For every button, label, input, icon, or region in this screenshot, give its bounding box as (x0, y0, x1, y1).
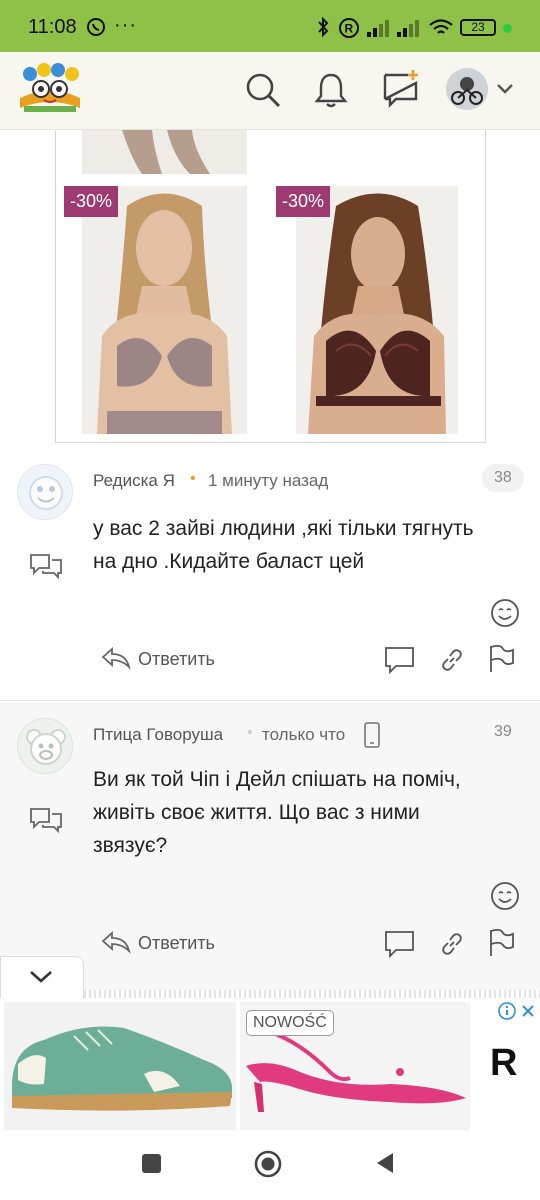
viber-icon (87, 18, 105, 36)
post-image-card: -30% -30% (55, 130, 486, 443)
system-nav-bar (0, 1138, 540, 1200)
comment-item: Редиска Я • 1 минуту назад 38 у вас 2 за… (0, 446, 540, 700)
flag-icon[interactable] (488, 928, 516, 958)
comment-text-line: звязує? (93, 834, 168, 857)
reply-count-icon[interactable] (29, 552, 63, 580)
status-time: 11:08 (28, 16, 77, 38)
back-icon[interactable] (374, 1151, 396, 1175)
discount-badge: -30% (276, 186, 331, 217)
reply-button[interactable]: Ответить (138, 649, 215, 670)
comment-text-line: Ви як той Чіп і Дейл спішать на поміч, (93, 768, 461, 791)
link-icon[interactable] (440, 932, 464, 956)
signal-icon-2 (397, 20, 419, 37)
bell-icon[interactable] (314, 71, 348, 109)
battery-icon: 23 (460, 19, 496, 36)
comment-item: Птица Говоруша • только что 39 Ви як той… (0, 702, 540, 990)
avatar[interactable] (17, 718, 73, 774)
comment-text-line: у вас 2 зайві людини ,які тільки тягнуть (93, 517, 474, 540)
reply-button[interactable]: Ответить (138, 933, 215, 954)
comment-text-line: живіть своє життя. Що вас з ними (93, 801, 420, 824)
close-icon[interactable] (520, 1003, 536, 1019)
chevron-down-icon[interactable] (29, 969, 53, 985)
emoji-reaction-icon[interactable] (490, 598, 520, 628)
product-image-top[interactable] (82, 130, 247, 174)
online-dot-icon: • (190, 470, 196, 487)
ad-banner[interactable]: NOWOŚĆ R (0, 998, 540, 1138)
recent-apps-icon[interactable] (142, 1154, 161, 1173)
comment-text: Ви як той Чіп і Дейл спішать на поміч, ж… (93, 763, 523, 862)
comment-text: у вас 2 зайві людини ,які тільки тягнуть… (93, 512, 523, 578)
product-image-1[interactable] (82, 186, 247, 434)
ad-image-sneaker[interactable] (4, 1002, 236, 1130)
comment-number[interactable]: 38 (482, 464, 524, 492)
flag-icon[interactable] (488, 644, 516, 674)
mobile-device-icon (364, 722, 380, 748)
info-icon[interactable] (498, 1002, 516, 1020)
reply-icon[interactable] (100, 930, 132, 954)
avatar[interactable] (17, 464, 73, 520)
divider (0, 700, 540, 701)
registered-icon: R (339, 18, 359, 38)
app-header (0, 52, 540, 130)
comment-icon[interactable] (384, 646, 416, 674)
reply-count-icon[interactable] (29, 806, 63, 834)
comment-author[interactable]: Редиска Я (93, 471, 175, 491)
wifi-icon (429, 19, 453, 34)
bluetooth-icon (318, 16, 329, 38)
search-icon[interactable] (244, 71, 282, 109)
logo[interactable] (16, 62, 84, 116)
comment-author[interactable]: Птица Говоруша (93, 725, 223, 745)
avatar[interactable] (446, 68, 488, 110)
emoji-reaction-icon[interactable] (490, 881, 520, 911)
signal-icon (367, 20, 389, 37)
product-image-2[interactable] (296, 186, 458, 434)
dot-icon (503, 24, 512, 33)
comment-time[interactable]: 1 минуту назад (208, 471, 328, 491)
ad-badge: NOWOŚĆ (246, 1010, 334, 1036)
status-bar: 11:08 ··· R 23 (0, 0, 540, 52)
link-icon[interactable] (440, 648, 464, 672)
ad-brand-letter[interactable]: R (490, 1042, 517, 1085)
comment-icon[interactable] (384, 930, 416, 958)
new-post-icon[interactable] (382, 69, 420, 109)
collapse-tab[interactable] (0, 956, 84, 998)
home-icon[interactable] (254, 1150, 282, 1178)
more-icon: ··· (114, 14, 137, 36)
comment-time[interactable]: только что (262, 725, 345, 745)
comment-text-line: на дно .Кидайте баласт цей (93, 550, 365, 573)
chevron-down-icon[interactable] (496, 82, 514, 96)
comment-number[interactable]: 39 (482, 718, 524, 746)
reply-icon[interactable] (100, 646, 132, 670)
divider (84, 990, 540, 998)
svg-text:R: R (345, 22, 354, 36)
battery-level: 23 (471, 20, 485, 34)
offline-dot-icon: • (247, 724, 253, 741)
discount-badge: -30% (64, 186, 119, 217)
